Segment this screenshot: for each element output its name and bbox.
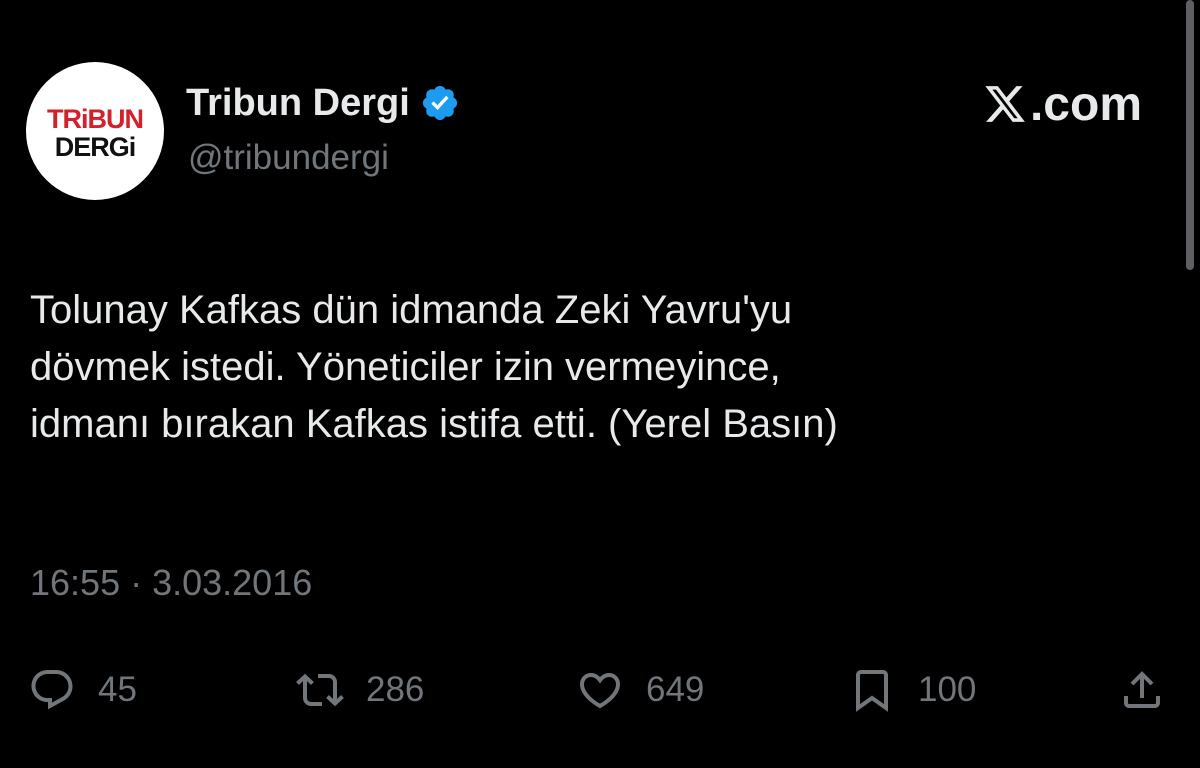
like-button[interactable]: 649	[576, 660, 704, 720]
account-handle[interactable]: @tribundergi	[188, 138, 389, 178]
scrollbar[interactable]	[1186, 0, 1194, 270]
like-count: 649	[646, 670, 705, 709]
bookmark-count: 100	[918, 670, 977, 709]
timestamp-separator: ·	[120, 562, 153, 603]
avatar-logo-line1: TRiBUN	[47, 104, 144, 134]
bookmark-icon	[856, 670, 888, 712]
verified-badge-icon	[420, 83, 460, 123]
share-icon	[1124, 671, 1160, 708]
avatar-logo-line2: DERGi	[54, 132, 137, 162]
reply-button[interactable]: 45	[28, 660, 137, 720]
retweet-icon	[296, 673, 344, 707]
reply-icon	[31, 670, 73, 710]
tweet-text: Tolunay Kafkas dün idmanda Zeki Yavru'yu…	[30, 288, 838, 446]
tweet-date: 3.03.2016	[152, 562, 313, 603]
heart-icon	[579, 673, 621, 709]
avatar[interactable]: TRiBUN DERGi	[26, 62, 164, 200]
x-brand-text: .com	[1029, 77, 1142, 131]
timestamp[interactable]: 16:55 · 3.03.2016	[30, 562, 312, 604]
tweet-time: 16:55	[30, 562, 121, 603]
x-logo-icon	[985, 86, 1025, 122]
action-bar: 45 286 649 100	[0, 660, 1200, 720]
x-brand: .com	[982, 74, 1142, 134]
retweet-button[interactable]: 286	[296, 660, 424, 720]
display-name[interactable]: Tribun Dergi	[186, 82, 410, 125]
reply-count: 45	[98, 670, 137, 709]
bookmark-button[interactable]: 100	[848, 660, 976, 720]
retweet-count: 286	[366, 670, 425, 709]
tweet-card: TRiBUN DERGi Tribun Dergi @tribundergi .…	[0, 0, 1200, 768]
author-name-row: Tribun Dergi	[186, 78, 460, 128]
share-button[interactable]	[1118, 660, 1166, 720]
